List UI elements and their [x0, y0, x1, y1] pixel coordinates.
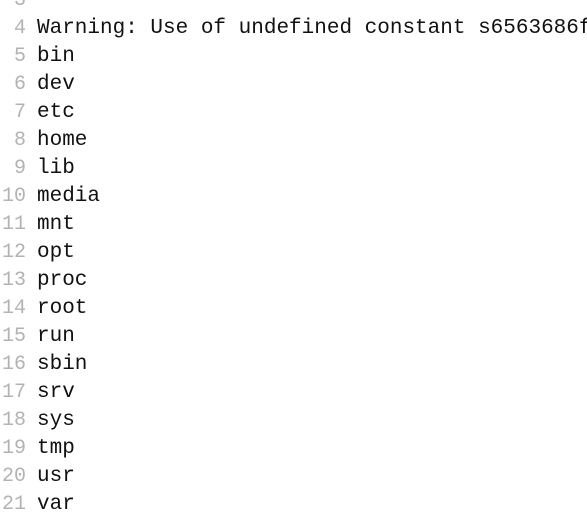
- line-text: mnt: [37, 212, 75, 236]
- line-text: srv: [37, 380, 75, 404]
- line-number: 17: [1, 380, 26, 404]
- line-number: 6: [13, 72, 26, 96]
- code-line: 9 lib: [0, 154, 587, 182]
- line-text: etc: [37, 100, 75, 124]
- line-text: opt: [37, 240, 75, 264]
- line-text: var: [37, 492, 75, 516]
- line-number: 5: [13, 44, 26, 68]
- line-text: home: [37, 128, 88, 152]
- line-text: Warning: Use of undefined constant s6563…: [37, 16, 587, 40]
- code-line: 20 usr: [0, 462, 587, 490]
- line-number: 12: [1, 240, 26, 264]
- code-line: 7 etc: [0, 98, 587, 126]
- line-number: 13: [1, 268, 26, 292]
- text-viewer[interactable]: 3 4 Warning: Use of undefined constant s6…: [0, 0, 587, 526]
- line-number: 9: [13, 156, 26, 180]
- line-number: 10: [1, 184, 26, 208]
- code-line: 8 home: [0, 126, 587, 154]
- code-line: 16 sbin: [0, 350, 587, 378]
- line-text: dev: [37, 72, 75, 96]
- line-text: sys: [37, 408, 75, 432]
- code-line: 13 proc: [0, 266, 587, 294]
- code-line: 12 opt: [0, 238, 587, 266]
- line-number: 16: [1, 352, 26, 376]
- line-text: proc: [37, 268, 88, 292]
- code-line: 10 media: [0, 182, 587, 210]
- line-number: 20: [1, 464, 26, 488]
- line-number: 3: [13, 0, 26, 12]
- line-text: root: [37, 296, 88, 320]
- line-text: usr: [37, 464, 75, 488]
- code-line: 3: [0, 0, 587, 14]
- line-text: media: [37, 184, 101, 208]
- code-line: 14 root: [0, 294, 587, 322]
- code-line: 4 Warning: Use of undefined constant s656…: [0, 14, 587, 42]
- line-text: run: [37, 324, 75, 348]
- line-number: 8: [13, 128, 26, 152]
- line-text: bin: [37, 44, 75, 68]
- code-line: 6 dev: [0, 70, 587, 98]
- line-text: lib: [37, 156, 75, 180]
- code-line: 15 run: [0, 322, 587, 350]
- code-line: 5 bin: [0, 42, 587, 70]
- line-number: 21: [1, 492, 26, 516]
- code-line: 11 mnt: [0, 210, 587, 238]
- code-line: 19 tmp: [0, 434, 587, 462]
- line-number: 11: [1, 212, 26, 236]
- line-number: 7: [13, 100, 26, 124]
- line-number: 14: [1, 296, 26, 320]
- line-number: 4: [13, 16, 26, 40]
- line-number: 18: [1, 408, 26, 432]
- code-line: 17 srv: [0, 378, 587, 406]
- line-number: 15: [1, 324, 26, 348]
- code-line: 18 sys: [0, 406, 587, 434]
- code-line: 21 var: [0, 490, 587, 518]
- line-text: sbin: [37, 352, 88, 376]
- line-text: tmp: [37, 436, 75, 460]
- line-number: 19: [1, 436, 26, 460]
